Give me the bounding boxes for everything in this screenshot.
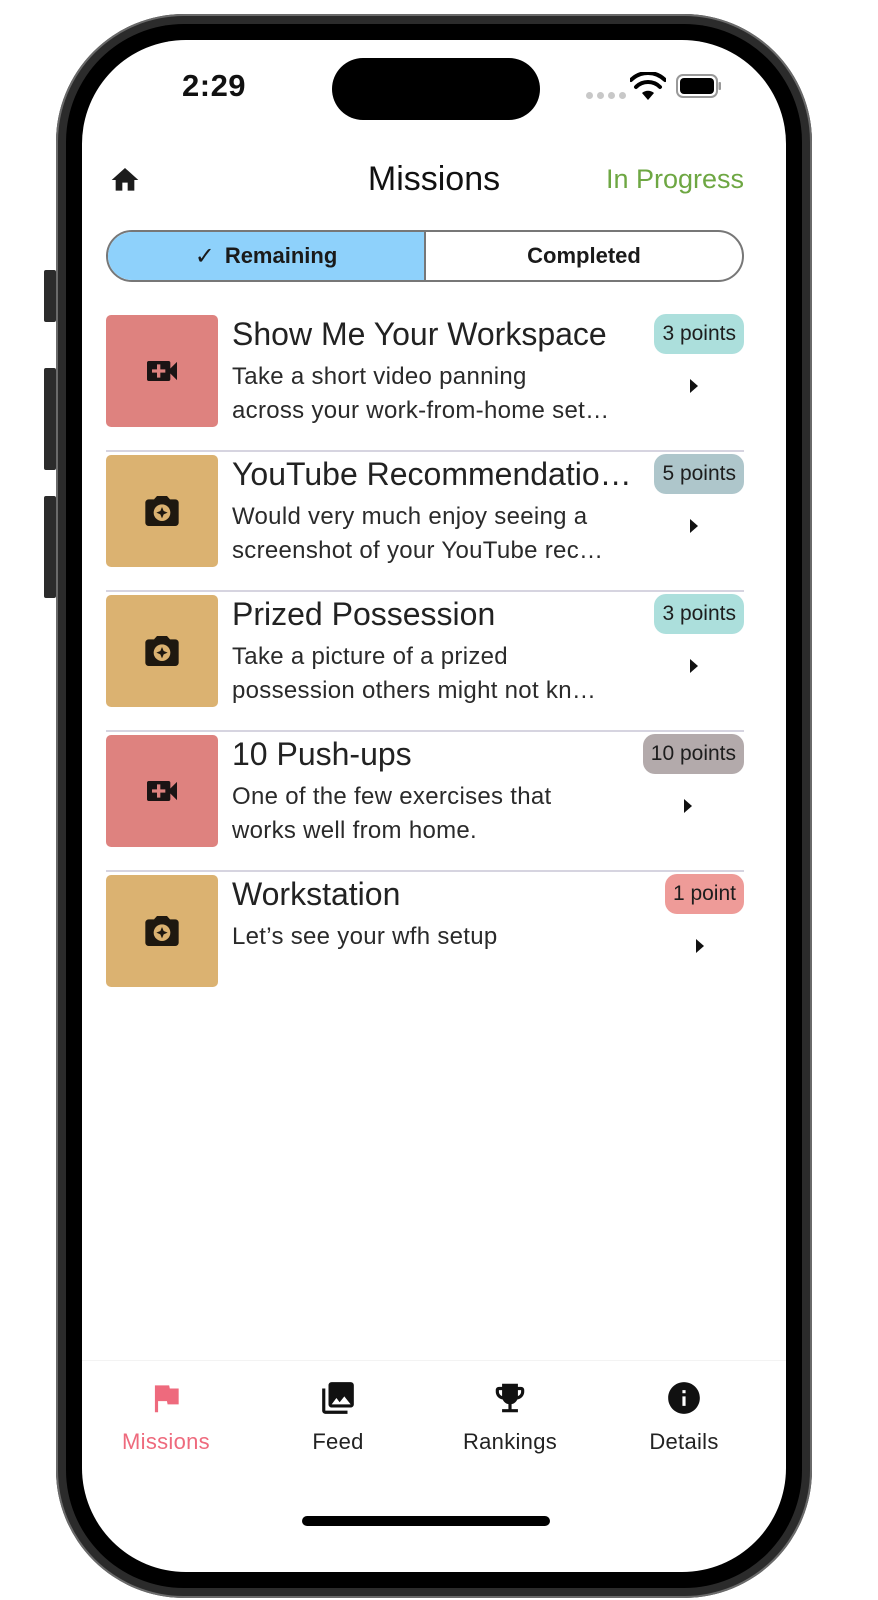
chevron-right-icon[interactable] [688,378,700,394]
mission-item[interactable]: Show Me Your Workspace Take a short video… [106,312,744,452]
mission-item[interactable]: Prized Possession Take a picture of a pri… [106,592,744,732]
camera-icon [145,916,179,946]
nav-missions[interactable]: Missions [86,1379,246,1455]
mission-description-line: screenshot of your YouTube rec… [232,537,604,564]
tab-completed[interactable]: Completed [426,232,742,280]
mission-title: 10 Push-ups [232,736,412,772]
nav-missions-label: Missions [122,1429,210,1454]
mission-title: Prized Possession [232,596,496,632]
mission-description-line: Take a short video panning [232,363,527,390]
home-indicator[interactable] [302,1516,550,1526]
mission-description: Take a short video panning across your wo… [232,360,642,428]
chevron-right-icon[interactable] [682,798,694,814]
mission-description-line: Take a picture of a prized [232,643,508,670]
mission-item[interactable]: 10 Push-ups One of the few exercises that… [106,732,744,872]
mission-description: Take a picture of a prized possession oth… [232,640,642,708]
info-icon [668,1382,700,1414]
nav-details-label: Details [649,1429,719,1454]
flag-icon [154,1385,179,1413]
mission-description-line: works well from home. [232,817,478,844]
volume-up-button [44,368,56,470]
wifi-icon [630,72,666,100]
bottom-nav: Missions Feed Rankings Details [82,1360,786,1490]
points-badge: 10 points [642,734,744,774]
checkmark-icon: ✓ [194,242,215,270]
mission-description: Let’s see your wfh setup [232,920,642,954]
mission-description-line: Let’s see your wfh setup [232,923,498,950]
nav-details[interactable]: Details [604,1379,764,1455]
mission-item[interactable]: YouTube Recommendatio… Would very much en… [106,452,744,592]
mission-title: YouTube Recommendatio… [232,456,632,492]
mission-description: Would very much enjoy seeing a screenshot… [232,500,642,568]
nav-rankings[interactable]: Rankings [430,1379,590,1455]
status-time: 2:29 [182,68,247,103]
action-button [44,270,56,322]
tab-completed-label: Completed [527,243,641,268]
trophy-icon [495,1383,525,1413]
app-screen: 2:29 Missions In Progress ✓ Remaining Co… [82,40,786,1572]
nav-feed-label: Feed [312,1429,364,1454]
battery-icon [676,74,721,98]
mission-list: Show Me Your Workspace Take a short video… [106,312,744,1012]
mission-description-line: Would very much enjoy seeing a [232,503,588,530]
volume-down-button [44,496,56,598]
chevron-right-icon[interactable] [694,938,706,954]
mission-item[interactable]: Workstation Let’s see your wfh setup 1 poi… [106,872,744,1012]
mission-thumbnail [106,875,218,987]
points-badge: 3 points [654,594,744,634]
mission-description: One of the few exercises that works well … [232,780,642,848]
camera-icon [145,636,179,666]
points-badge: 5 points [654,454,744,494]
camera-icon [145,496,179,526]
mission-thumbnail [106,315,218,427]
mission-title: Show Me Your Workspace [232,316,607,352]
dynamic-island [332,58,540,120]
nav-rankings-label: Rankings [462,1429,558,1454]
in-progress-link[interactable]: In Progress [606,164,744,195]
cellular-signal-icon [586,92,626,99]
mission-description-line: across your work-from-home set… [232,397,610,424]
mission-filter-segmented: ✓ Remaining Completed [106,230,744,282]
chevron-right-icon[interactable] [688,658,700,674]
mission-thumbnail [106,595,218,707]
tab-remaining[interactable]: ✓ Remaining [108,232,426,280]
video-add-icon [147,781,177,801]
photo-library-icon [322,1382,354,1414]
mission-thumbnail [106,455,218,567]
mission-title: Workstation [232,876,401,912]
video-add-icon [147,361,177,381]
tab-remaining-label: Remaining [224,243,338,268]
points-badge: 3 points [654,314,744,354]
chevron-right-icon[interactable] [688,518,700,534]
points-badge: 1 point [664,874,744,914]
mission-description-line: possession others might not kn… [232,677,597,704]
mission-thumbnail [106,735,218,847]
mission-description-line: One of the few exercises that [232,783,552,810]
nav-feed[interactable]: Feed [258,1379,418,1455]
